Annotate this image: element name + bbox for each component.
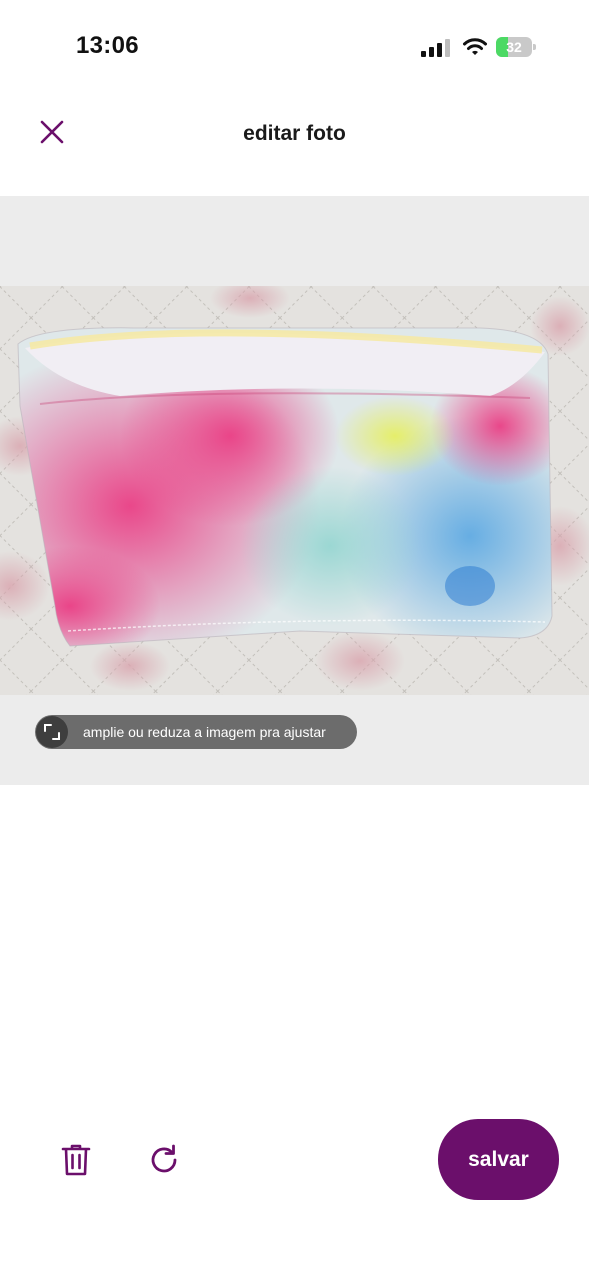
resize-icon <box>36 716 68 748</box>
zoom-hint-text: amplie ou reduza a imagem pra ajustar <box>83 724 326 740</box>
save-button[interactable]: salvar <box>438 1119 559 1200</box>
battery-charging-icon: 32 <box>496 37 536 57</box>
wifi-icon <box>462 36 488 58</box>
product-photo[interactable] <box>0 286 589 695</box>
trash-icon <box>61 1144 91 1176</box>
status-bar: 13:06 32 <box>0 0 589 96</box>
zoom-hint: amplie ou reduza a imagem pra ajustar <box>35 715 357 749</box>
rotate-icon <box>151 1144 177 1173</box>
rotate-button[interactable] <box>144 1138 184 1182</box>
bottom-toolbar: salvar <box>0 1110 589 1210</box>
header: editar foto <box>0 100 589 168</box>
battery-percent: 32 <box>506 39 522 55</box>
photo-editor-area[interactable]: amplie ou reduza a imagem pra ajustar <box>0 196 589 785</box>
page-title: editar foto <box>243 122 346 145</box>
delete-button[interactable] <box>56 1138 96 1182</box>
cellular-signal-icon <box>421 37 451 57</box>
status-time: 13:06 <box>76 32 139 59</box>
